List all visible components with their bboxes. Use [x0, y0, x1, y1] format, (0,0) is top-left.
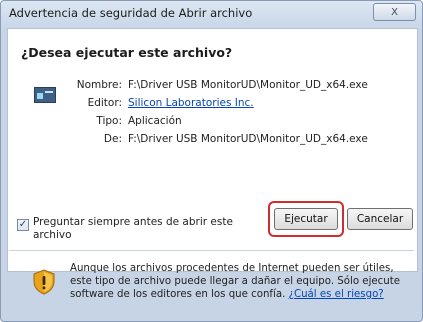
warning-text: Aunque los archivos procedentes de Inter…: [70, 262, 415, 301]
publisher-link[interactable]: Silicon Laboratories Inc.: [128, 97, 254, 109]
always-ask-label-line1: Preguntar siempre antes de abrir este: [33, 216, 233, 228]
divider: [9, 250, 414, 251]
from-label: De:: [103, 133, 122, 145]
always-ask-label[interactable]: Preguntar siempre antes de abrir este ar…: [33, 216, 233, 242]
name-label: Nombre:: [76, 79, 122, 91]
always-ask-checkbox[interactable]: ✓: [17, 219, 29, 231]
risk-link[interactable]: ¿Cuál es el riesgo?: [289, 289, 384, 300]
always-ask-label-line2: archivo: [33, 229, 72, 241]
name-value: F:\Driver USB MonitorUD\Monitor_UD_x64.e…: [128, 79, 368, 91]
cancel-button[interactable]: Cancelar: [347, 208, 413, 230]
run-button[interactable]: Ejecutar: [274, 208, 338, 230]
publisher-label: Editor:: [87, 97, 122, 109]
window-title: Advertencia de seguridad de Abrir archiv…: [9, 6, 253, 20]
type-label: Tipo:: [96, 115, 122, 127]
dialog-window: Advertencia de seguridad de Abrir archiv…: [0, 0, 423, 322]
from-value: F:\Driver USB MonitorUD\Monitor_UD_x64.e…: [128, 133, 368, 145]
close-button[interactable]: X: [373, 3, 416, 21]
security-shield-icon: [33, 269, 55, 295]
question-heading: ¿Desea ejecutar este archivo?: [21, 45, 233, 60]
type-value: Aplicación: [128, 115, 182, 127]
